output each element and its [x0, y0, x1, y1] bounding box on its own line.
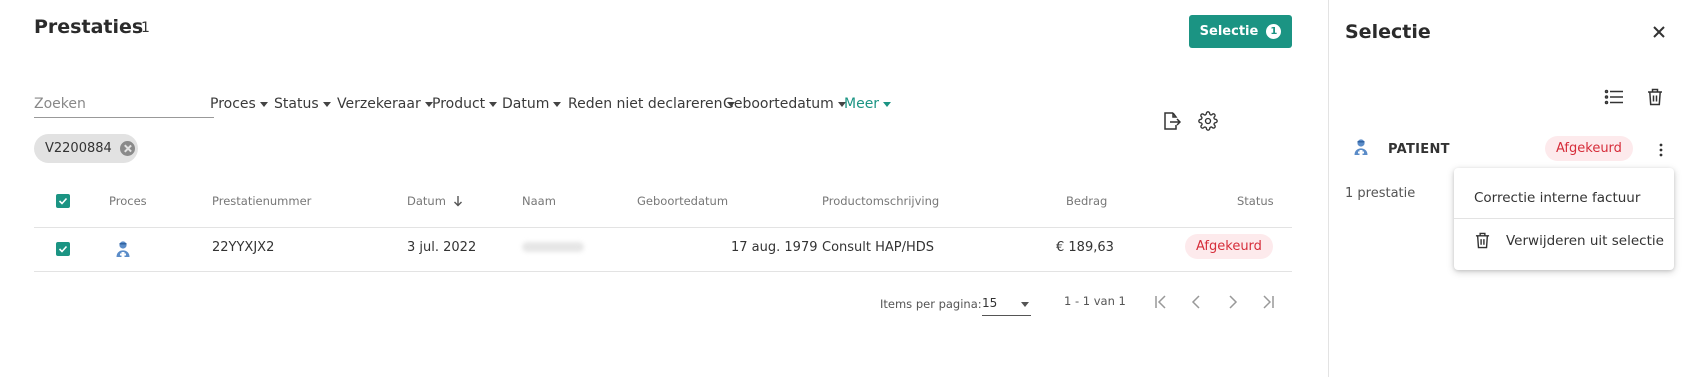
filter-label: Product	[432, 96, 486, 112]
caret-down-icon	[553, 101, 562, 107]
filter-meer[interactable]: Meer	[844, 96, 892, 112]
column-header-naam[interactable]: Naam	[522, 194, 556, 208]
context-menu: Correctie interne factuur Verwijderen ui…	[1454, 168, 1674, 270]
menu-item-correctie-interne-factuur[interactable]: Correctie interne factuur	[1474, 190, 1640, 206]
list-view-icon[interactable]	[1603, 86, 1625, 108]
cell-prestatienummer: 22YYXJX2	[212, 240, 275, 255]
result-count: 1	[141, 20, 150, 36]
column-header-productomschrijving[interactable]: Productomschrijving	[822, 194, 939, 208]
filter-label: Datum	[502, 96, 550, 112]
sort-descending-icon	[453, 196, 462, 207]
export-icon[interactable]	[1160, 110, 1182, 132]
next-page-icon[interactable]	[1222, 292, 1242, 312]
cell-bedrag: € 189,63	[1056, 240, 1114, 255]
row-checkbox[interactable]	[56, 242, 70, 256]
caret-down-icon	[322, 101, 331, 107]
header-divider	[34, 227, 1292, 228]
close-icon[interactable]	[1649, 22, 1669, 42]
prestatie-count: 1 prestatie	[1345, 186, 1416, 201]
menu-item-verwijderen-uit-selectie[interactable]: Verwijderen uit selectie	[1475, 232, 1664, 249]
select-all-checkbox[interactable]	[56, 194, 70, 208]
search-input[interactable]: Zoeken	[34, 95, 214, 118]
selection-button-label: Selectie	[1199, 24, 1259, 39]
cell-geboortedatum: 17 aug. 1979	[731, 240, 818, 255]
items-per-page-value: 15	[982, 296, 998, 310]
caret-down-icon	[883, 101, 892, 107]
group-label: PATIENT	[1388, 142, 1450, 157]
items-per-page-label: Items per pagina:	[880, 297, 982, 311]
row-divider	[34, 271, 1292, 272]
remove-filter-icon[interactable]	[119, 141, 135, 156]
group-status-badge: Afgekeurd	[1545, 136, 1633, 161]
main-content: Prestaties 1 Selectie 1 Zoeken Proces St…	[0, 0, 1328, 377]
column-header-bedrag[interactable]: Bedrag	[1066, 194, 1107, 208]
caret-down-icon	[1021, 302, 1029, 307]
filter-status[interactable]: Status	[274, 96, 331, 112]
caret-down-icon	[259, 101, 268, 107]
filter-geboortedatum[interactable]: Geboortedatum	[723, 96, 846, 112]
filter-label: Verzekeraar	[337, 96, 421, 112]
trash-icon	[1475, 232, 1490, 249]
filter-label: Status	[274, 96, 319, 112]
delete-selection-icon[interactable]	[1644, 86, 1666, 108]
cell-naam-redacted	[522, 242, 584, 252]
first-page-icon[interactable]	[1151, 292, 1171, 312]
page-title: Prestaties	[34, 16, 144, 38]
filter-label: Geboortedatum	[723, 96, 834, 112]
chip-label: V2200884	[45, 141, 112, 156]
patient-icon	[1352, 137, 1370, 157]
more-vertical-icon[interactable]	[1653, 140, 1669, 160]
menu-divider	[1454, 218, 1674, 219]
status-badge: Afgekeurd	[1185, 234, 1273, 259]
cell-datum: 3 jul. 2022	[407, 240, 477, 255]
last-page-icon[interactable]	[1258, 292, 1278, 312]
panel-title: Selectie	[1345, 21, 1431, 43]
cell-productomschrijving: Consult HAP/HDS	[822, 240, 935, 255]
menu-item-label: Verwijderen uit selectie	[1506, 232, 1664, 249]
selection-button[interactable]: Selectie 1	[1189, 15, 1292, 48]
filter-reden-niet-declareren[interactable]: Reden niet declareren	[568, 96, 735, 112]
menu-item-label: Correctie interne factuur	[1474, 190, 1641, 206]
column-header-status[interactable]: Status	[1237, 194, 1274, 208]
column-header-prestatienummer[interactable]: Prestatienummer	[212, 194, 311, 208]
filter-proces[interactable]: Proces	[210, 96, 268, 112]
column-header-proces[interactable]: Proces	[109, 194, 147, 208]
patient-icon	[114, 239, 132, 259]
settings-icon[interactable]	[1197, 110, 1219, 132]
pagination-range: 1 - 1 van 1	[1064, 294, 1126, 308]
filter-product[interactable]: Product	[432, 96, 498, 112]
filter-label: Meer	[844, 96, 880, 112]
column-header-geboortedatum[interactable]: Geboortedatum	[637, 194, 728, 208]
previous-page-icon[interactable]	[1187, 292, 1207, 312]
filter-label: Proces	[210, 96, 256, 112]
caret-down-icon	[489, 101, 498, 107]
filter-datum[interactable]: Datum	[502, 96, 562, 112]
column-header-label: Datum	[407, 194, 446, 208]
selection-count-badge: 1	[1266, 24, 1282, 39]
filter-verzekeraar[interactable]: Verzekeraar	[337, 96, 433, 112]
filter-label: Reden niet declareren	[568, 96, 723, 112]
column-header-datum[interactable]: Datum	[407, 194, 463, 208]
active-filter-chip[interactable]: V2200884	[34, 134, 138, 163]
items-per-page-select[interactable]: 15	[982, 291, 1031, 316]
